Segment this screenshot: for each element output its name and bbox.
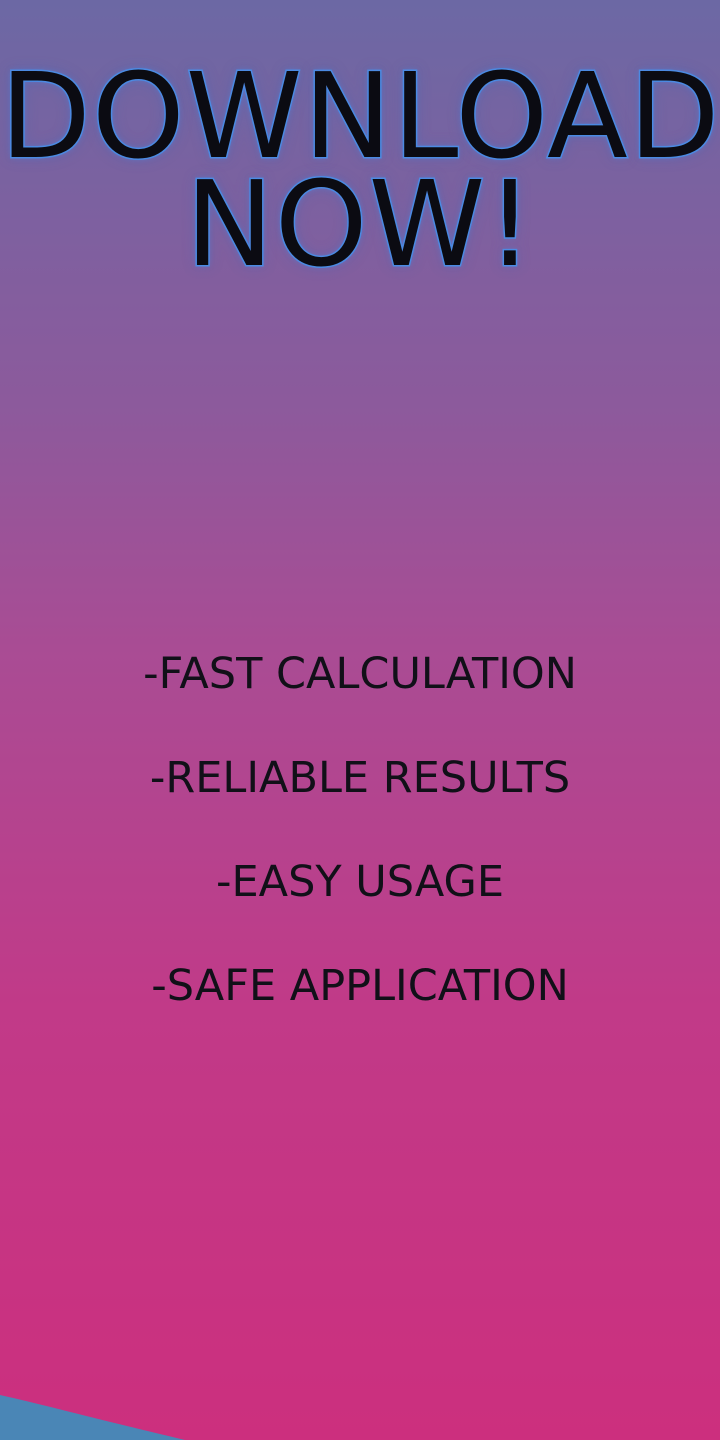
corner-wave-shape	[0, 1395, 185, 1440]
feature-fast-calculation: -FAST CALCULATION	[143, 649, 577, 699]
decorative-corner-wave	[0, 1395, 185, 1440]
download-now-headline: DOWNLOAD NOW!	[0, 47, 720, 293]
feature-list: -FAST CALCULATION -RELIABLE RESULTS -EAS…	[0, 622, 720, 1038]
headline-line-2: NOW!	[184, 155, 535, 293]
feature-easy-usage: -EASY USAGE	[215, 857, 505, 907]
headline-line-1: DOWNLOAD	[0, 47, 720, 185]
feature-safe-application: -SAFE APPLICATION	[151, 961, 569, 1011]
feature-reliable-results: -RELIABLE RESULTS	[149, 753, 571, 803]
